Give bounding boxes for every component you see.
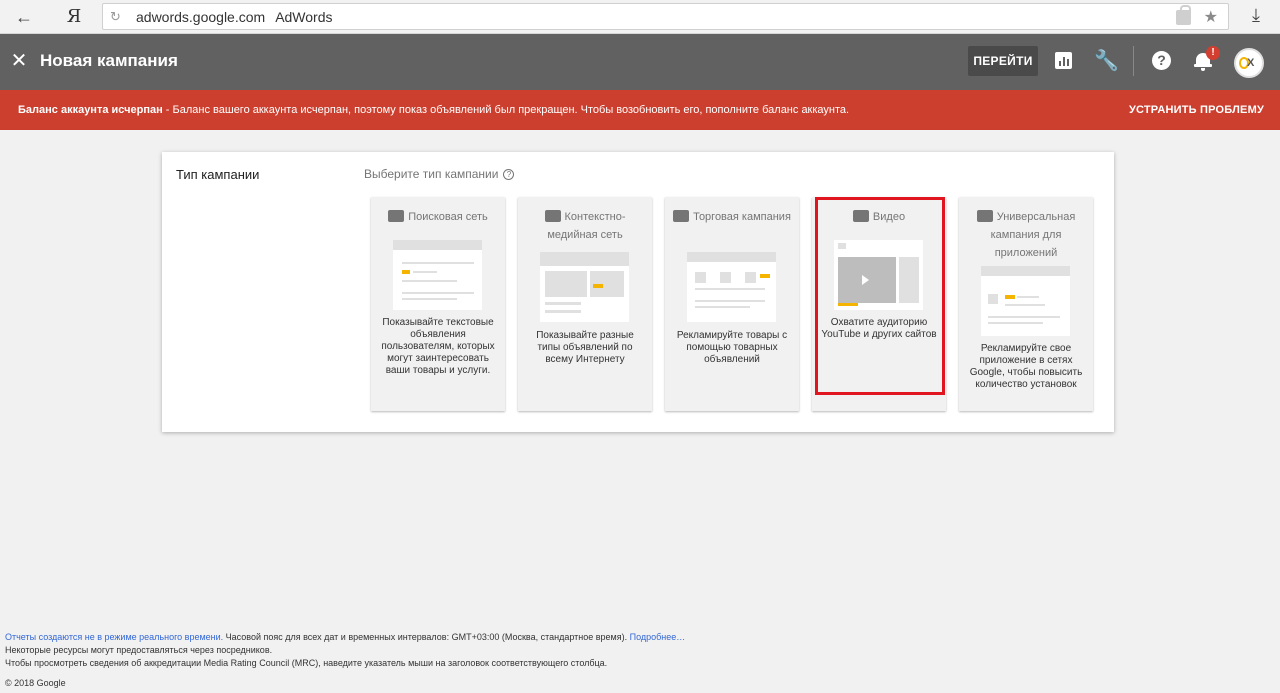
campaign-type-video[interactable]: Видео Охватите аудиторию YouTube и други… [812, 197, 946, 411]
shopping-tag-icon [673, 210, 690, 222]
reload-icon[interactable]: ↻ [110, 9, 121, 25]
back-arrow-icon[interactable]: ← [12, 6, 36, 28]
section-label: Тип кампании [176, 167, 260, 182]
alert-body: - Баланс вашего аккаунта исчерпан, поэто… [162, 104, 850, 116]
header-divider [1133, 46, 1134, 76]
browser-toolbar: ← Я ↻ adwords.google.com AdWords ★ ⤓ [0, 0, 1280, 34]
alert-title: Баланс аккаунта исчерпан [18, 104, 163, 116]
card-description: Показывайте разные типы объявлений по вс… [536, 330, 634, 365]
url-text: adwords.google.com AdWords [136, 9, 333, 25]
app-icon [976, 210, 993, 222]
lock-icon[interactable] [1176, 5, 1191, 25]
help-icon[interactable]: ? [1151, 50, 1173, 72]
card-title: Контекстно-медийная сеть [526, 208, 644, 244]
card-title: Видео [820, 208, 938, 226]
card-title: Универсальная кампания для приложений [967, 208, 1085, 262]
balance-alert-banner: Баланс аккаунта исчерпан - Баланс вашего… [0, 90, 1280, 130]
campaign-type-app[interactable]: Универсальная кампания для приложений Ре… [959, 197, 1093, 411]
alert-message: Баланс аккаунта исчерпан - Баланс вашего… [18, 104, 849, 116]
tab-title: AdWords [275, 9, 333, 25]
card-description: Рекламируйте товары с помощью товарных о… [676, 330, 788, 365]
address-bar[interactable]: ↻ adwords.google.com AdWords ★ [102, 3, 1229, 30]
bookmark-star-icon[interactable]: ★ [1204, 7, 1218, 27]
app-illustration [981, 266, 1070, 336]
avatar[interactable]: X [1234, 48, 1264, 78]
video-illustration [834, 240, 923, 310]
help-icon[interactable]: ? [503, 169, 515, 180]
search-illustration [393, 240, 482, 310]
close-icon[interactable]: ✕ [9, 49, 29, 73]
footer-line-mrc: Чтобы просмотреть сведения об аккредитац… [5, 658, 608, 668]
reports-icon[interactable] [1053, 50, 1075, 72]
footer-line-timezone: Отчеты создаются не в режиме реального в… [5, 631, 1275, 644]
page-title: Новая кампания [40, 51, 178, 70]
timezone-text: Часовой пояс для всех дат и временных ин… [223, 632, 630, 642]
wrench-icon[interactable]: 🔧 [1094, 50, 1119, 72]
video-camera-icon [852, 210, 869, 222]
shopping-illustration [687, 252, 776, 322]
play-icon [862, 275, 869, 285]
copyright: © 2018 Google [5, 678, 66, 688]
search-icon [388, 210, 405, 222]
campaign-type-prompt: Выберите тип кампании? [364, 167, 515, 181]
yandex-button[interactable]: Я [62, 6, 86, 28]
fix-problem-link[interactable]: УСТРАНИТЬ ПРОБЛЕМУ [1129, 104, 1264, 116]
more-link[interactable]: Подробнее… [630, 632, 686, 642]
card-title: Поисковая сеть [379, 208, 497, 226]
app-header: ✕ Новая кампания ПЕРЕЙТИ 🔧 ? [0, 34, 1280, 90]
goto-button[interactable]: ПЕРЕЙТИ [968, 46, 1038, 76]
card-title: Торговая кампания [673, 208, 791, 226]
notification-badge: ! [1206, 46, 1220, 60]
card-description: Рекламируйте свое приложение в сетях Goo… [969, 343, 1083, 390]
footer-line-resources: Некоторые ресурсы могут предоставляться … [5, 645, 273, 655]
campaign-type-shopping[interactable]: Торговая кампания Рекламируйте товары с … [665, 197, 799, 411]
campaign-type-display[interactable]: Контекстно-медийная сеть Показывайте раз… [518, 197, 652, 411]
card-description: Охватите аудиторию YouTube и других сайт… [821, 317, 937, 340]
campaign-type-search[interactable]: Поисковая сеть Показывайте текстовые объ… [371, 197, 505, 411]
card-description: Показывайте текстовые объявления пользов… [381, 317, 495, 376]
prompt-text: Выберите тип кампании [364, 167, 499, 181]
display-icon [544, 210, 561, 222]
realtime-note-link[interactable]: Отчеты создаются не в режиме реального в… [5, 632, 223, 642]
download-icon[interactable]: ⤓ [1252, 5, 1260, 26]
display-illustration [540, 252, 629, 322]
url: adwords.google.com [136, 9, 266, 25]
footer: Отчеты создаются не в режиме реального в… [5, 631, 1275, 690]
campaign-type-panel: Тип кампании Выберите тип кампании? Поис… [162, 152, 1114, 432]
